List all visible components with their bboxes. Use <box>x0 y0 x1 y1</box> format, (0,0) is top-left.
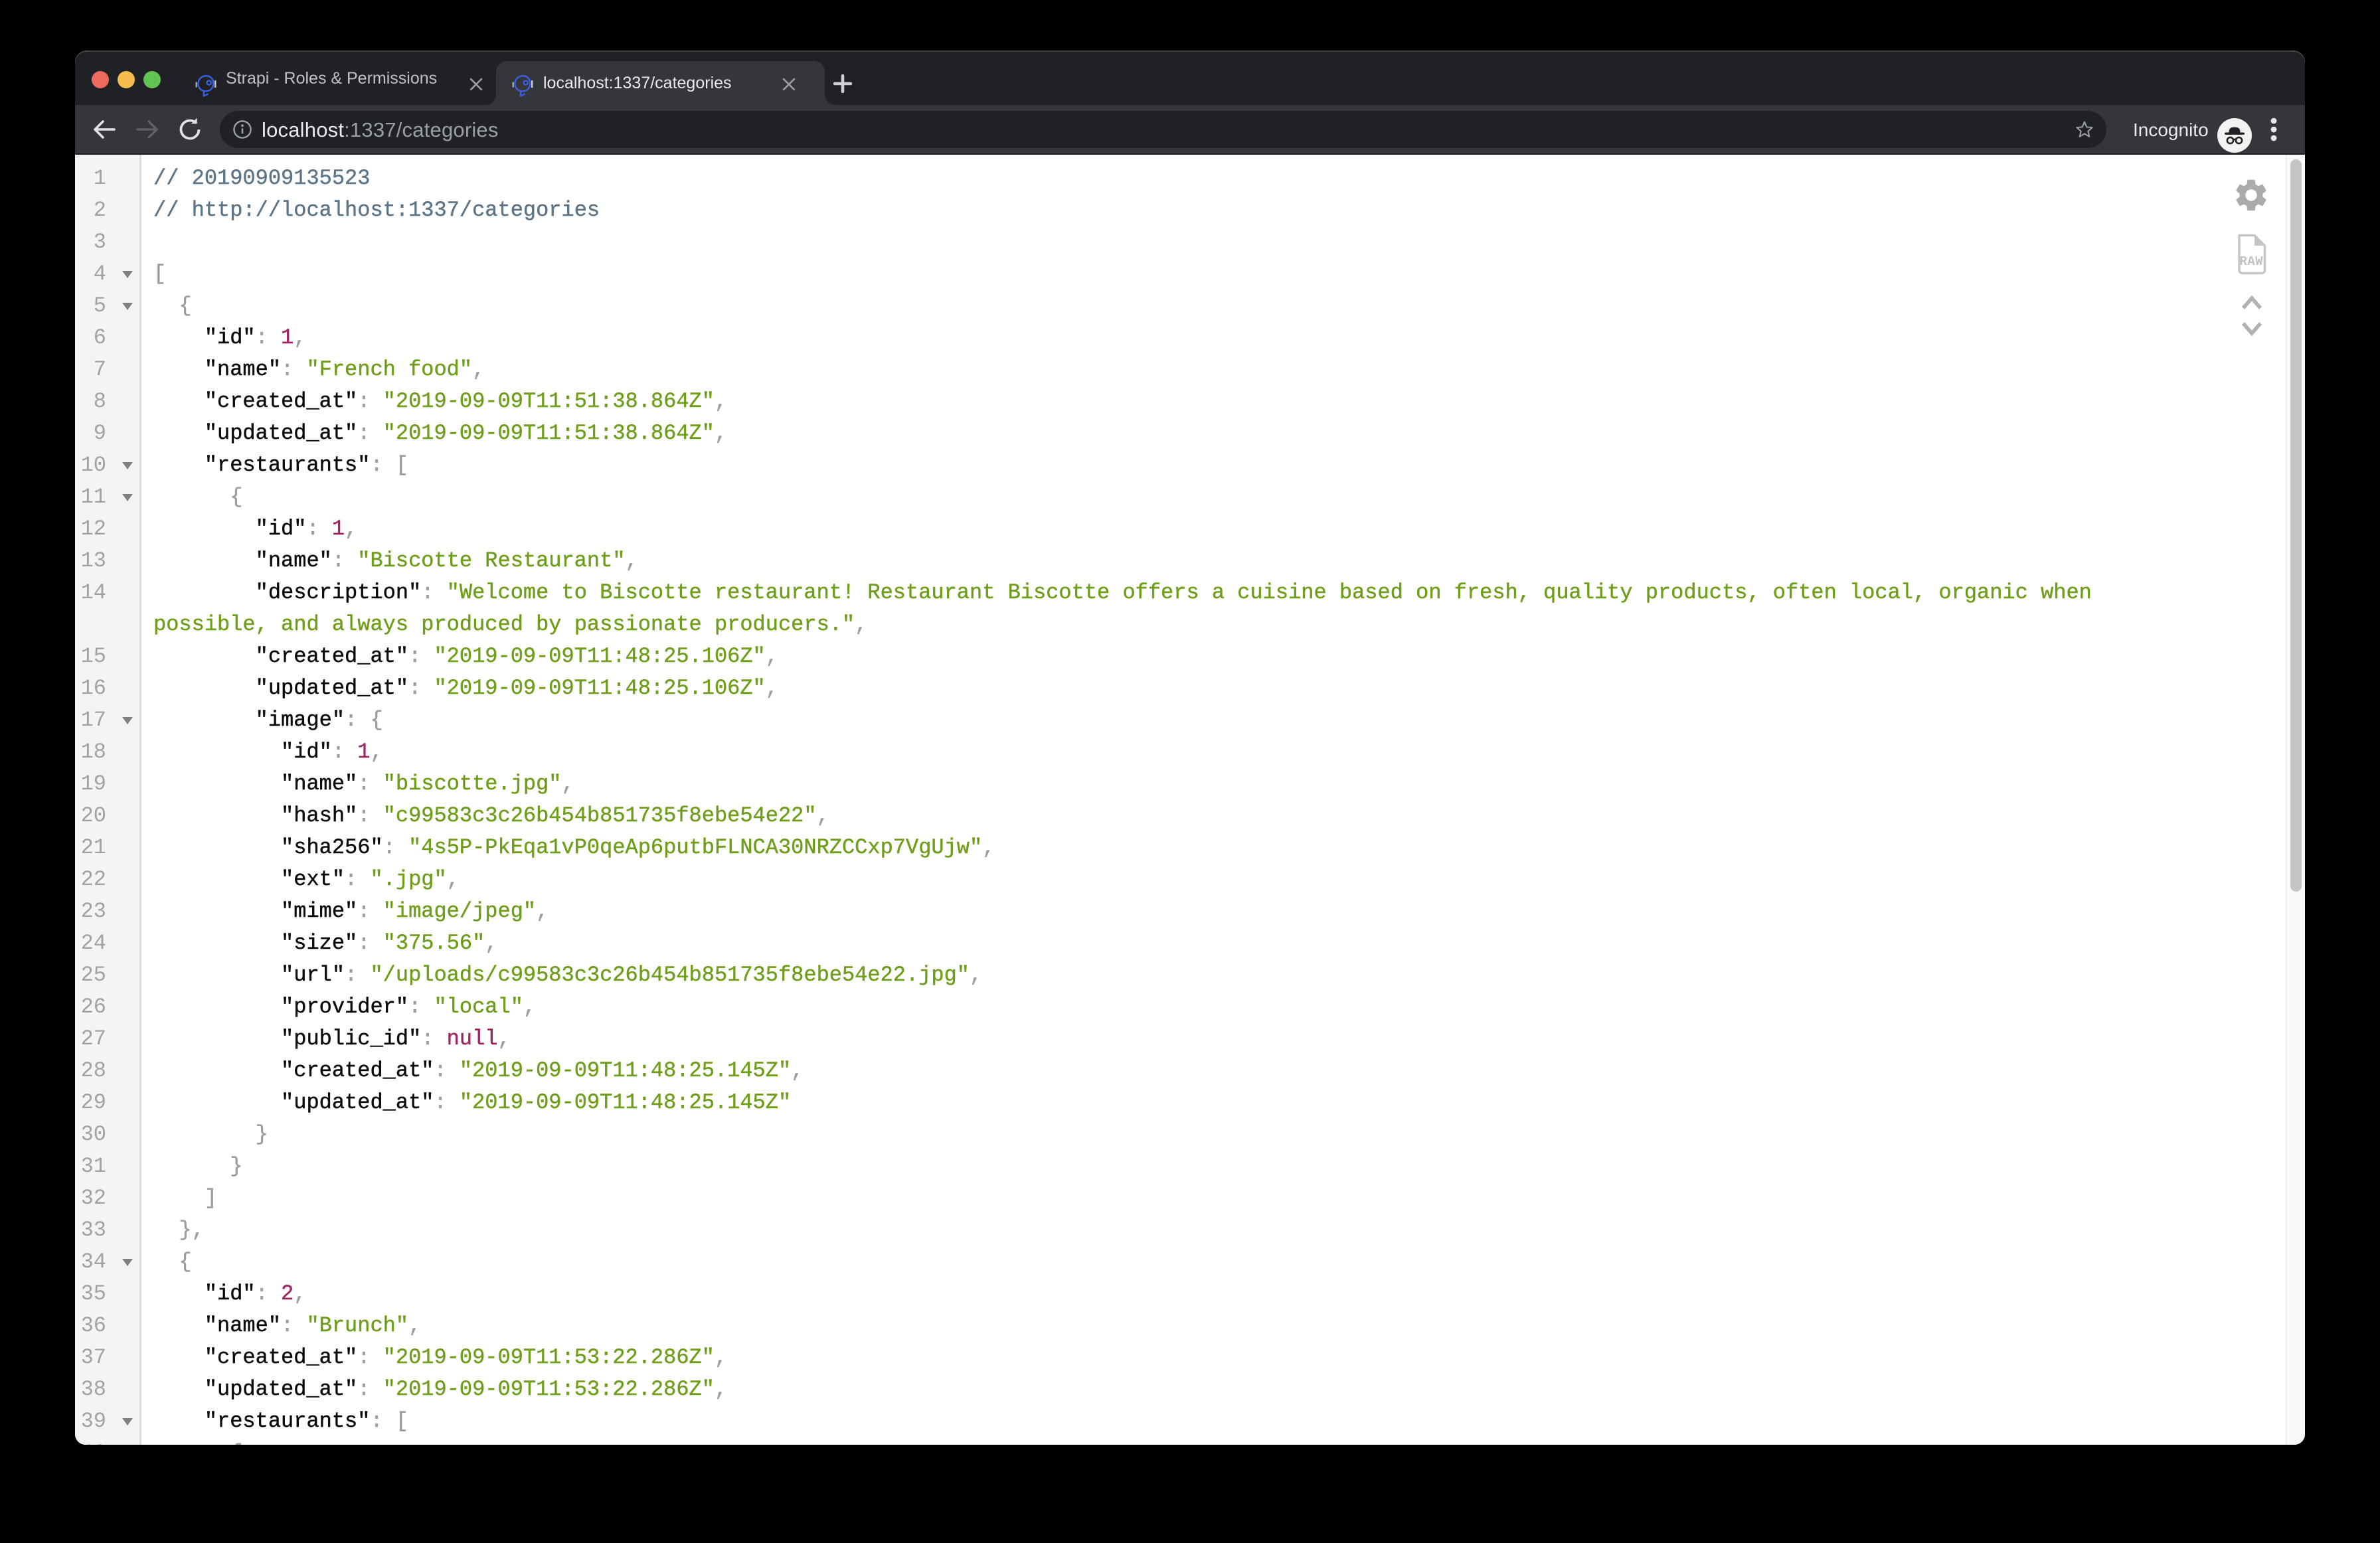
svg-text:RAW: RAW <box>2240 254 2264 269</box>
